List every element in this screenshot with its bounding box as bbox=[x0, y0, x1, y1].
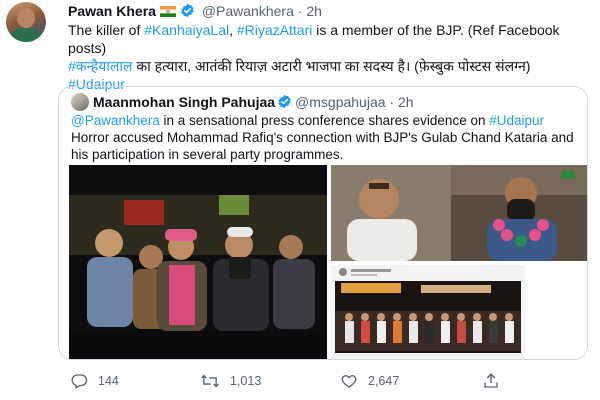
quoted-text-segment: Horror accused Mohammad Rafiq's connecti… bbox=[71, 130, 574, 162]
hashtag-link[interactable]: #कन्हैयालाल bbox=[68, 58, 133, 74]
quoted-author-handle[interactable]: @msgpahujaa bbox=[295, 94, 386, 110]
quoted-tweet[interactable]: Maanmohan Singh Pahujaa @msgpahujaa · 2h … bbox=[58, 86, 588, 360]
media-facebook-post-screenshot[interactable] bbox=[331, 265, 587, 359]
quoted-avatar[interactable] bbox=[71, 93, 89, 111]
quoted-header: Maanmohan Singh Pahujaa @msgpahujaa · 2h bbox=[71, 93, 414, 111]
quoted-text-segment: in a sensational press conference shares… bbox=[159, 113, 490, 128]
tweet[interactable]: Pawan Khera @Pawankhera · 2h The killer … bbox=[0, 0, 600, 400]
reply-button[interactable]: 144 bbox=[70, 372, 119, 390]
tweet-text: The killer of #KanhaiyaLal, #RiyazAttari… bbox=[68, 21, 588, 93]
like-button[interactable]: 2,647 bbox=[340, 372, 399, 390]
retweet-icon bbox=[200, 372, 220, 390]
retweet-button[interactable]: 1,013 bbox=[200, 372, 261, 390]
header-separator: · bbox=[297, 3, 303, 19]
tweet-text-segment: The killer of bbox=[68, 22, 145, 38]
tweet-actions: 144 1,013 2,647 bbox=[68, 372, 588, 392]
reply-count: 144 bbox=[98, 374, 119, 388]
share-button[interactable] bbox=[482, 372, 500, 390]
tweet-text-segment: का हत्यारा, आतंकी रियाज़ अटारी भाजपा का … bbox=[132, 58, 531, 74]
reply-icon bbox=[70, 372, 88, 390]
quoted-timestamp[interactable]: 2h bbox=[398, 94, 414, 110]
retweet-count: 1,013 bbox=[230, 374, 262, 388]
hashtag-link[interactable]: #RiyazAttari bbox=[237, 22, 312, 38]
india-flag-icon bbox=[159, 6, 176, 17]
like-count: 2,647 bbox=[368, 374, 400, 388]
tweet-header: Pawan Khera @Pawankhera · 2h bbox=[68, 3, 322, 19]
share-icon bbox=[482, 372, 500, 390]
verified-badge-icon bbox=[277, 94, 292, 109]
avatar-shirt bbox=[10, 28, 42, 42]
quoted-media-grid bbox=[59, 165, 587, 359]
avatar-face bbox=[17, 8, 35, 28]
quoted-separator: · bbox=[389, 94, 395, 110]
tweet-text-segment: , bbox=[229, 22, 237, 38]
media-photo-portrait[interactable] bbox=[331, 165, 587, 261]
tweet-timestamp[interactable]: 2h bbox=[306, 3, 322, 19]
quoted-text: @Pawankhera in a sensational press confe… bbox=[71, 112, 576, 163]
hashtag-link[interactable]: #Udaipur bbox=[489, 113, 544, 128]
author-handle[interactable]: @Pawankhera bbox=[202, 3, 294, 19]
author-avatar[interactable] bbox=[6, 2, 46, 42]
mention-link[interactable]: @Pawankhera bbox=[71, 113, 160, 128]
quoted-author-name[interactable]: Maanmohan Singh Pahujaa bbox=[93, 94, 275, 110]
verified-badge-icon bbox=[180, 3, 195, 18]
author-name[interactable]: Pawan Khera bbox=[68, 3, 156, 19]
like-icon bbox=[340, 372, 358, 390]
hashtag-link[interactable]: #KanhaiyaLal bbox=[144, 22, 229, 38]
media-photo-group-night[interactable] bbox=[69, 165, 327, 359]
